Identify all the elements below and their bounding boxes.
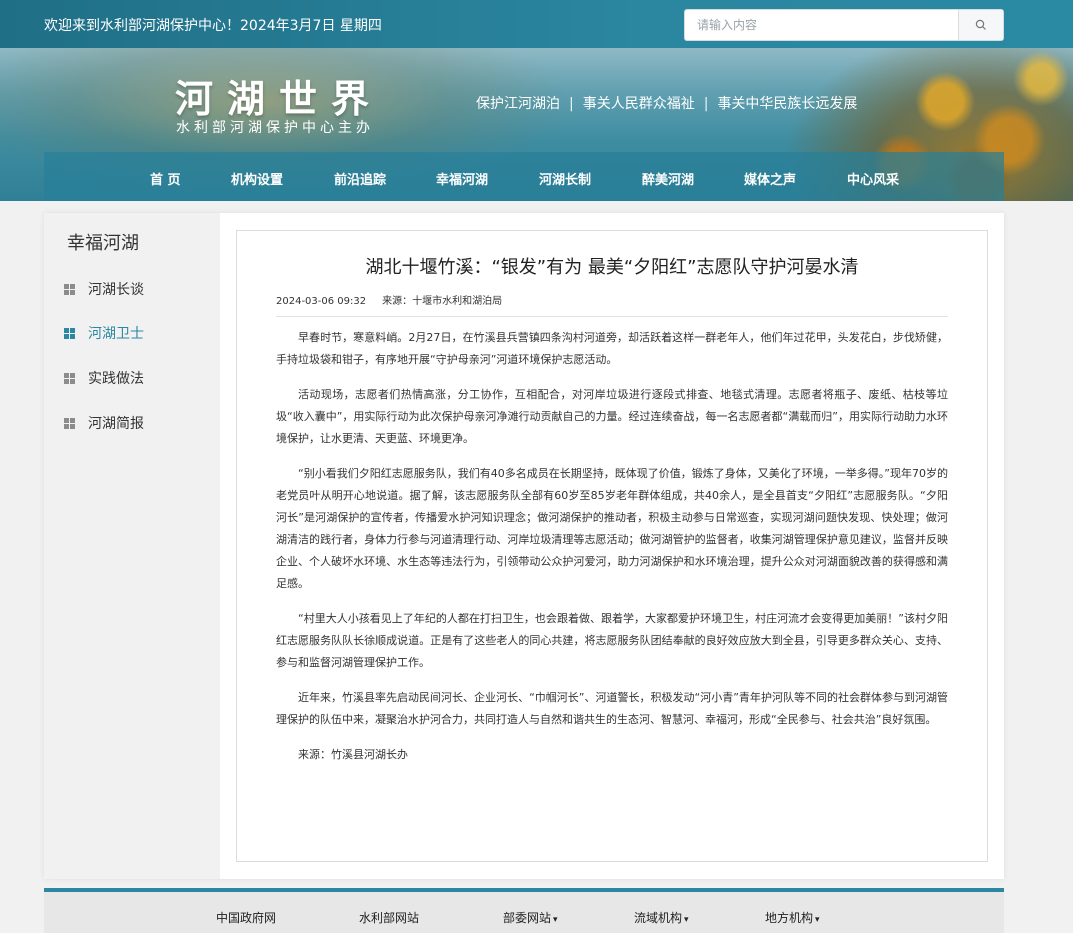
grid-icon <box>64 372 75 384</box>
site-logo-title: 河湖世界 <box>175 76 384 121</box>
nav-frontier-tracking[interactable]: 前沿追踪 <box>334 169 386 188</box>
nav-beautiful-rivers[interactable]: 醉美河湖 <box>642 169 694 188</box>
footer-link-label: 部委网站 <box>503 911 552 925</box>
nav-happy-rivers[interactable]: 幸福河湖 <box>436 169 488 188</box>
footer-link-mwr[interactable]: 水利部网站 <box>359 909 419 926</box>
header-banner: 河湖世界 水利部河湖保护中心主办 保护江河湖泊 | 事关人民群众福祉 | 事关中华民族长… <box>0 48 1073 201</box>
sidebar-item-practices[interactable]: 实践做法 <box>64 368 204 388</box>
article-container: 湖北十堰竹溪：“银发”有为 最美“夕阳红”志愿队守护河晏水清 2024-03-0… <box>236 230 988 862</box>
footer-link-label: 水利部网站 <box>359 911 420 925</box>
footer-dropdown-basin-agencies[interactable]: 流域机构 ▾ <box>634 909 689 926</box>
welcome-text: 欢迎来到水利部河湖保护中心！2024年3月7日 星期四 <box>44 18 382 34</box>
banner-slogan: 保护江河湖泊 | 事关人民群众福祉 | 事关中华民族长远发展 <box>476 93 857 113</box>
footer-link-gov-cn[interactable]: 中国政府网 <box>216 909 276 926</box>
site-subtitle: 水利部河湖保护中心主办 <box>176 120 374 136</box>
footer-link-label: 流域机构 <box>634 911 683 925</box>
article-paragraph: 早春时节，寒意料峭。2月27日，在竹溪县兵营镇四条沟村河道旁，却活跃着这样一群老… <box>276 331 948 366</box>
footer-dropdown-local-agencies[interactable]: 地方机构 ▾ <box>765 909 820 926</box>
article-date: 2024-03-06 09:32 <box>276 296 367 307</box>
article-footer-source: 来源：竹溪县河湖长办 <box>298 748 408 761</box>
slogan-2: 事关人民群众福祉 <box>582 96 695 112</box>
grid-icon <box>64 417 75 429</box>
slogan-3: 事关中华民族长远发展 <box>717 96 858 112</box>
sidebar-item-label: 河湖简报 <box>88 416 144 432</box>
footer-dropdown-ministries[interactable]: 部委网站 ▾ <box>503 909 558 926</box>
article-meta: 2024-03-06 09:32 来源：十堰市水利和湖泊局 <box>276 292 502 307</box>
article-title: 湖北十堰竹溪：“银发”有为 最美“夕阳红”志愿队守护河晏水清 <box>365 257 859 278</box>
sidebar-item-river-chief-talk[interactable]: 河湖长谈 <box>64 279 204 299</box>
nav-media-voice[interactable]: 媒体之声 <box>744 169 796 188</box>
article-source: 来源：十堰市水利和湖泊局 <box>382 296 503 307</box>
footer-link-label: 中国政府网 <box>216 911 277 925</box>
nav-river-chief-system[interactable]: 河湖长制 <box>539 169 591 188</box>
article-paragraph: 活动现场，志愿者们热情高涨，分工协作，互相配合，对河岸垃圾进行逐段式排查、地毯式… <box>276 388 948 445</box>
sidebar: 幸福河湖 河湖长谈 河湖卫士 实践做法 河湖简报 <box>44 213 220 879</box>
nav-organization[interactable]: 机构设置 <box>231 169 283 188</box>
footer-links-bar: 中国政府网 水利部网站 部委网站 ▾ 流域机构 ▾ 地方机构 ▾ <box>44 888 1004 933</box>
main-nav: 首 页 机构设置 前沿追踪 幸福河湖 河湖长制 醉美河湖 媒体之声 中心风采 <box>44 152 1004 201</box>
nav-center-style[interactable]: 中心风采 <box>847 169 899 188</box>
sidebar-item-label: 河湖卫士 <box>88 326 144 342</box>
caret-down-icon: ▾ <box>815 915 820 925</box>
search-input[interactable] <box>685 10 957 40</box>
slogan-separator: | <box>569 96 574 112</box>
main-content-card: 幸福河湖 河湖长谈 河湖卫士 实践做法 河湖简报 湖北十堰竹溪：“银发”有为 最… <box>44 213 1004 879</box>
caret-down-icon: ▾ <box>553 915 558 925</box>
top-bar: 欢迎来到水利部河湖保护中心！2024年3月7日 星期四 <box>0 0 1073 48</box>
sidebar-item-label: 实践做法 <box>88 371 144 387</box>
nav-home[interactable]: 首 页 <box>150 169 181 188</box>
caret-down-icon: ▾ <box>684 915 689 925</box>
slogan-1: 保护江河湖泊 <box>476 96 560 112</box>
grid-icon <box>64 283 75 295</box>
article-paragraph: 近年来，竹溪县率先启动民间河长、企业河长、“巾帼河长”、河道警长，积极发动“河小… <box>276 691 948 726</box>
search-box <box>684 9 1004 41</box>
grid-icon <box>64 327 75 339</box>
slogan-separator: | <box>703 96 709 112</box>
sidebar-item-briefings[interactable]: 河湖简报 <box>64 413 204 433</box>
divider <box>276 316 948 317</box>
sidebar-item-label: 河湖长谈 <box>88 282 144 298</box>
article-paragraph: “村里大人小孩看见上了年纪的人都在打扫卫生，也会跟着做、跟着学，大家都爱护环境卫… <box>276 612 948 669</box>
article-body: 早春时节，寒意料峭。2月27日，在竹溪县兵营镇四条沟村河道旁，却活跃着这样一群老… <box>276 327 948 766</box>
search-button[interactable] <box>958 10 1003 40</box>
search-icon <box>975 19 986 30</box>
sidebar-item-river-guardians[interactable]: 河湖卫士 <box>64 323 204 343</box>
footer-link-label: 地方机构 <box>765 911 814 925</box>
article-paragraph: “别小看我们夕阳红志愿服务队，我们有40多名成员在长期坚持，既体现了价值，锻炼了… <box>276 467 948 590</box>
sidebar-title: 幸福河湖 <box>67 233 139 254</box>
